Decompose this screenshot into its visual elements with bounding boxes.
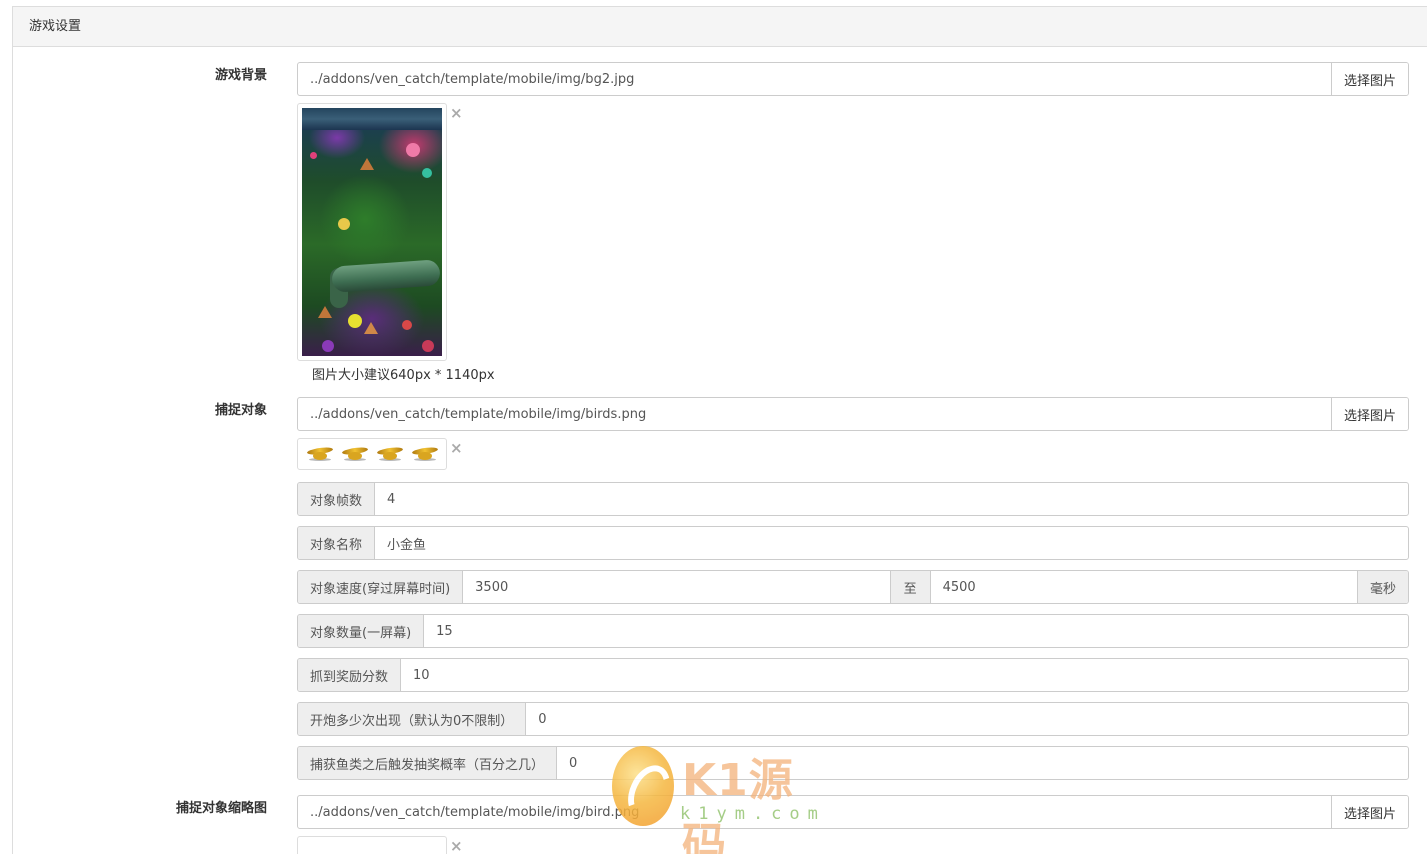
speed-min-input[interactable]: 3500 xyxy=(463,571,889,603)
lottery-input-group: 捕获鱼类之后触发抽奖概率（百分之几） 0 xyxy=(297,746,1409,780)
target-preview xyxy=(297,438,447,470)
target-path-input[interactable]: ../addons/ven_catch/template/mobile/img/… xyxy=(298,398,1331,430)
background-path-input[interactable]: ../addons/ven_catch/template/mobile/img/… xyxy=(298,63,1331,95)
background-label: 游戏背景 xyxy=(214,68,267,83)
thumbnail-input-group: ../addons/ven_catch/template/mobile/img/… xyxy=(297,795,1409,829)
frames-label: 对象帧数 xyxy=(298,483,376,515)
shots-label: 开炮多少次出现（默认为0不限制） xyxy=(298,703,527,735)
speed-to-label: 至 xyxy=(889,571,931,603)
frames-input[interactable]: 4 xyxy=(375,483,1408,515)
panel-title: 游戏设置 xyxy=(13,7,1427,47)
background-preview-image xyxy=(302,108,442,356)
count-input[interactable]: 15 xyxy=(424,615,1408,647)
lottery-input[interactable]: 0 xyxy=(557,747,1408,779)
target-input-group: ../addons/ven_catch/template/mobile/img/… xyxy=(297,397,1409,431)
lottery-label: 捕获鱼类之后触发抽奖概率（百分之几） xyxy=(298,747,558,779)
shots-input-group: 开炮多少次出现（默认为0不限制） 0 xyxy=(297,702,1409,736)
target-label: 捕捉对象 xyxy=(214,403,267,418)
name-input[interactable]: 小金鱼 xyxy=(375,527,1408,559)
thumbnail-path-input[interactable]: ../addons/ven_catch/template/mobile/img/… xyxy=(298,796,1331,828)
score-input-group: 抓到奖励分数 10 xyxy=(297,658,1409,692)
background-input-group: ../addons/ven_catch/template/mobile/img/… xyxy=(297,62,1409,96)
frames-input-group: 对象帧数 4 xyxy=(297,482,1409,516)
background-size-hint: 图片大小建议640px * 1140px xyxy=(312,368,495,383)
background-select-button[interactable]: 选择图片 xyxy=(1330,63,1408,95)
speed-max-input[interactable]: 4500 xyxy=(931,571,1357,603)
target-preview-image xyxy=(302,443,442,465)
background-preview xyxy=(297,103,447,361)
score-label: 抓到奖励分数 xyxy=(298,659,402,691)
thumbnail-select-button[interactable]: 选择图片 xyxy=(1330,796,1408,828)
name-input-group: 对象名称 小金鱼 xyxy=(297,526,1409,560)
speed-label: 对象速度(穿过屏幕时间) xyxy=(298,571,464,603)
target-select-button[interactable]: 选择图片 xyxy=(1330,398,1408,430)
thumbnail-preview xyxy=(297,836,447,854)
thumbnail-remove-close-icon[interactable]: × xyxy=(450,839,463,854)
speed-unit-label: 毫秒 xyxy=(1356,571,1408,603)
score-input[interactable]: 10 xyxy=(401,659,1408,691)
background-remove-close-icon[interactable]: × xyxy=(450,106,463,121)
thumbnail-label: 捕捉对象缩略图 xyxy=(175,801,267,816)
count-label: 对象数量(一屏幕) xyxy=(298,615,425,647)
count-input-group: 对象数量(一屏幕) 15 xyxy=(297,614,1409,648)
speed-input-group: 对象速度(穿过屏幕时间) 3500 至 4500 毫秒 xyxy=(297,570,1409,604)
target-remove-close-icon[interactable]: × xyxy=(450,441,463,456)
shots-input[interactable]: 0 xyxy=(526,703,1408,735)
name-label: 对象名称 xyxy=(298,527,376,559)
